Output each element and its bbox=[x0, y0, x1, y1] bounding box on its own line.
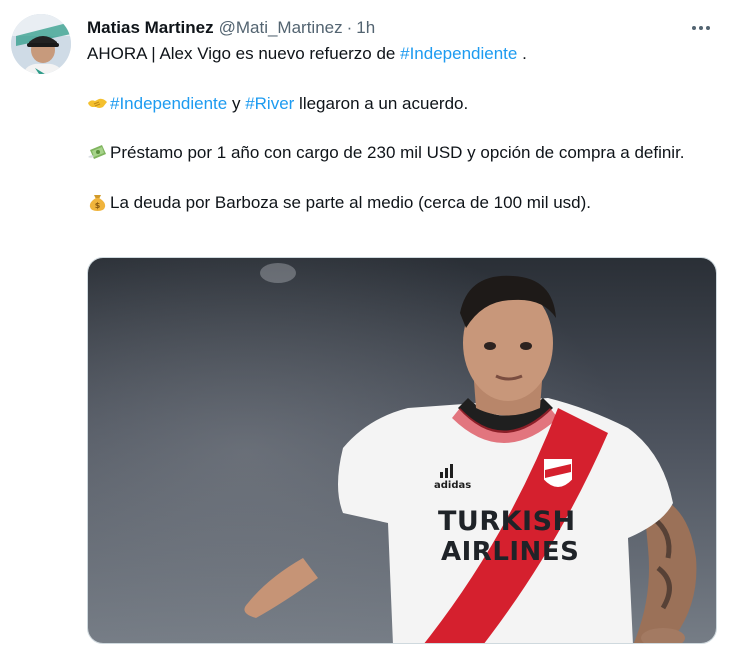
hashtag-river[interactable]: #River bbox=[245, 94, 294, 113]
tweet-line-2: #Independiente y #River llegaron a un ac… bbox=[87, 92, 717, 117]
hashtag-independiente[interactable]: #Independiente bbox=[400, 44, 517, 63]
avatar[interactable] bbox=[11, 14, 71, 74]
tweet-line-3: Préstamo por 1 año con cargo de 230 mil … bbox=[87, 141, 717, 166]
author-handle[interactable]: @Mati_Martinez bbox=[219, 18, 343, 38]
tweet-line-4: $ La deuda por Barboza se parte al medio … bbox=[87, 191, 717, 216]
tweet[interactable]: Matias Martinez @Mati_Martinez · 1h AHOR… bbox=[0, 0, 732, 652]
money-bag-icon: $ bbox=[89, 194, 106, 211]
more-options-icon[interactable] bbox=[688, 16, 714, 40]
line2-mid: y bbox=[227, 93, 246, 113]
line1-end: . bbox=[517, 44, 527, 63]
jersey-brand: adidas bbox=[434, 480, 471, 491]
svg-text:$: $ bbox=[95, 201, 101, 210]
separator-dot: · bbox=[346, 18, 353, 37]
hashtag-independiente-2[interactable]: #Independiente bbox=[110, 94, 227, 113]
tweet-line-1: AHORA | Alex Vigo es nuevo refuerzo de #… bbox=[87, 42, 717, 67]
jersey-sponsor-line2: AIRLINES bbox=[441, 537, 579, 567]
money-with-wings-icon bbox=[88, 145, 106, 159]
line3-text: Préstamo por 1 año con cargo de 230 mil … bbox=[110, 143, 685, 162]
tweet-media-photo[interactable]: adidas TURKISH AIRLINES bbox=[87, 257, 717, 644]
line4-text: La deuda por Barboza se parte al medio (… bbox=[110, 192, 591, 212]
jersey-sponsor-line1: TURKISH bbox=[438, 506, 576, 537]
line2-end: llegaron a un acuerdo. bbox=[294, 93, 469, 113]
tweet-timestamp[interactable]: 1h bbox=[356, 18, 375, 38]
line1-text: AHORA | Alex Vigo es nuevo refuerzo de bbox=[87, 44, 401, 63]
handshake-emoji-icon bbox=[88, 98, 107, 108]
tweet-header: Matias Martinez @Mati_Martinez · 1h bbox=[87, 16, 718, 40]
author-name[interactable]: Matias Martinez bbox=[87, 18, 214, 38]
tweet-text: AHORA | Alex Vigo es nuevo refuerzo de #… bbox=[87, 42, 717, 215]
